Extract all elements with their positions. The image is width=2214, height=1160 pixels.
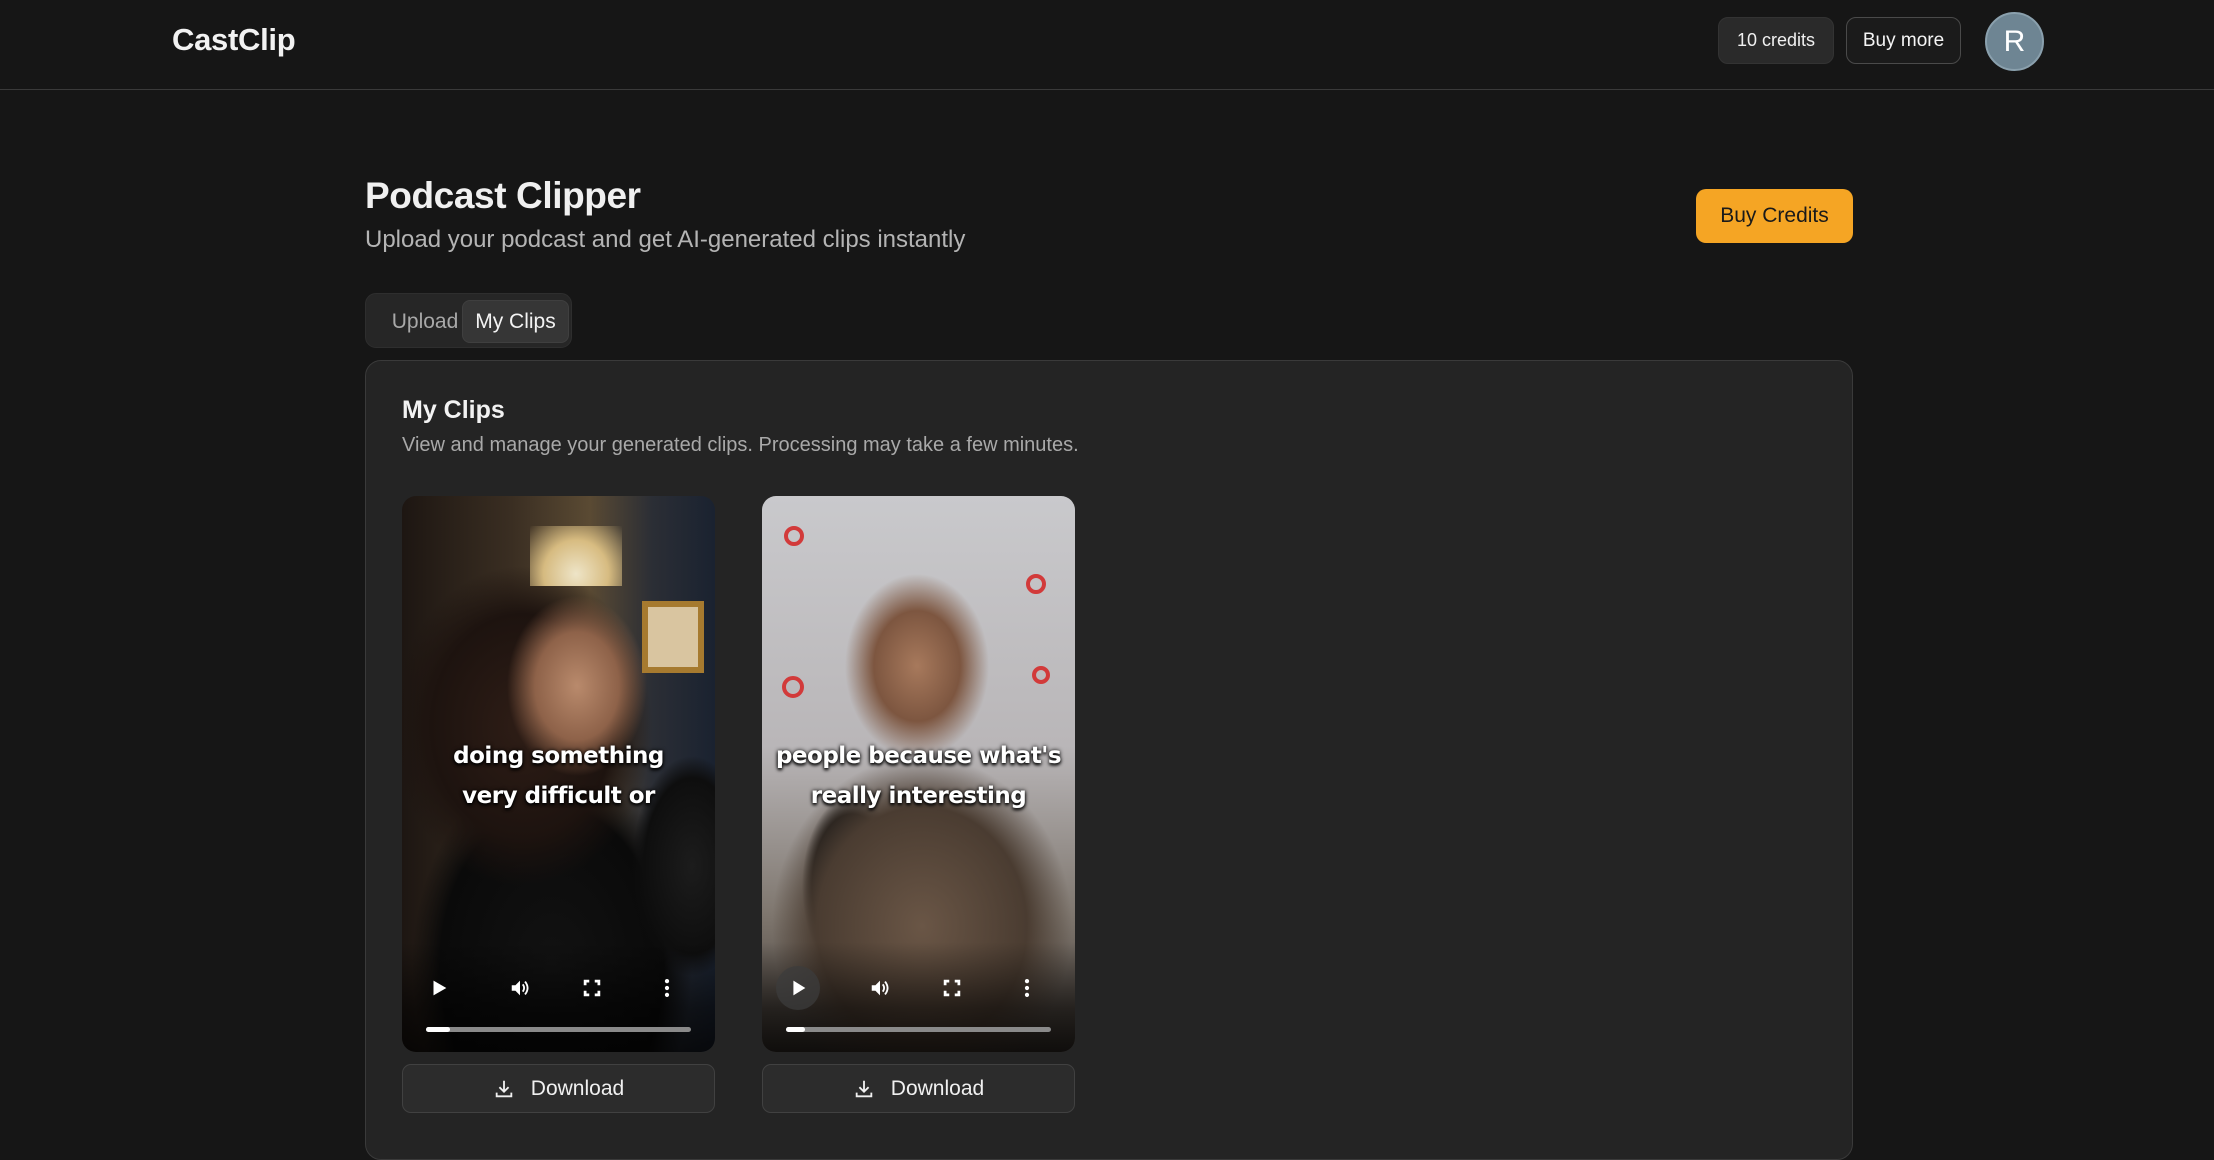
credits-balance-badge: 10 credits	[1718, 17, 1834, 64]
top-navigation-bar: CastClip 10 credits Buy more R	[0, 0, 2214, 90]
download-button[interactable]: Download	[402, 1064, 715, 1113]
volume-icon	[871, 980, 889, 996]
caption-line: people because what's	[775, 743, 1062, 769]
download-icon	[855, 1080, 873, 1097]
play-button[interactable]	[776, 966, 820, 1010]
clip-card: people because what's really interesting	[762, 496, 1075, 1113]
my-clips-panel: My Clips View and manage your generated …	[365, 360, 1853, 1160]
wall-doodle	[782, 676, 804, 698]
panel-title: My Clips	[402, 396, 505, 424]
more-options-button[interactable]	[1012, 973, 1042, 1003]
lamp-light	[530, 526, 622, 586]
video-progress-track[interactable]	[786, 1027, 1051, 1032]
wall-doodle	[1032, 666, 1050, 684]
play-icon	[433, 980, 447, 996]
user-avatar[interactable]: R	[1985, 12, 2044, 71]
page-subtitle: Upload your podcast and get AI-generated…	[365, 226, 966, 253]
wall-doodle	[784, 526, 804, 546]
buy-credits-button[interactable]: Buy Credits	[1696, 189, 1853, 243]
video-progress-fill	[786, 1027, 805, 1032]
fullscreen-button[interactable]	[577, 973, 607, 1003]
download-button[interactable]: Download	[762, 1064, 1075, 1113]
play-button[interactable]	[424, 973, 454, 1003]
clip-video-player[interactable]: people because what's really interesting	[762, 496, 1075, 1052]
more-options-button[interactable]	[652, 973, 682, 1003]
video-caption: people because what's really interesting	[762, 736, 1075, 816]
panel-description: View and manage your generated clips. Pr…	[402, 434, 1079, 456]
caption-line: doing something	[453, 743, 664, 769]
fullscreen-icon	[943, 979, 961, 997]
clip-card: doing something very difficult or Downlo…	[402, 496, 715, 1113]
volume-button[interactable]	[505, 973, 535, 1003]
clip-video-player[interactable]: doing something very difficult or	[402, 496, 715, 1052]
download-label: Download	[530, 1076, 625, 1100]
video-progress-track[interactable]	[426, 1027, 691, 1032]
caption-line: really interesting	[810, 783, 1027, 809]
video-caption: doing something very difficult or	[402, 736, 715, 816]
download-icon	[495, 1080, 513, 1097]
volume-icon	[511, 980, 529, 996]
buy-more-button[interactable]: Buy more	[1846, 17, 1961, 64]
fullscreen-icon	[583, 979, 601, 997]
more-vertical-icon	[664, 979, 670, 997]
wall-doodle	[1026, 574, 1046, 594]
caption-line: very difficult or	[462, 783, 655, 809]
fullscreen-button[interactable]	[937, 973, 967, 1003]
more-vertical-icon	[1024, 979, 1030, 997]
tab-upload[interactable]: Upload	[374, 300, 476, 343]
play-icon	[793, 980, 806, 996]
download-label: Download	[890, 1076, 985, 1100]
video-controls	[402, 942, 715, 1052]
video-progress-fill	[426, 1027, 450, 1032]
tab-my-clips[interactable]: My Clips	[462, 300, 569, 343]
page-title: Podcast Clipper	[365, 175, 641, 216]
volume-button[interactable]	[865, 973, 895, 1003]
clips-tab-list: Upload My Clips	[365, 293, 572, 348]
brand-logo-text[interactable]: CastClip	[172, 22, 296, 58]
video-controls	[762, 942, 1075, 1052]
wall-picture-frame	[642, 601, 704, 673]
